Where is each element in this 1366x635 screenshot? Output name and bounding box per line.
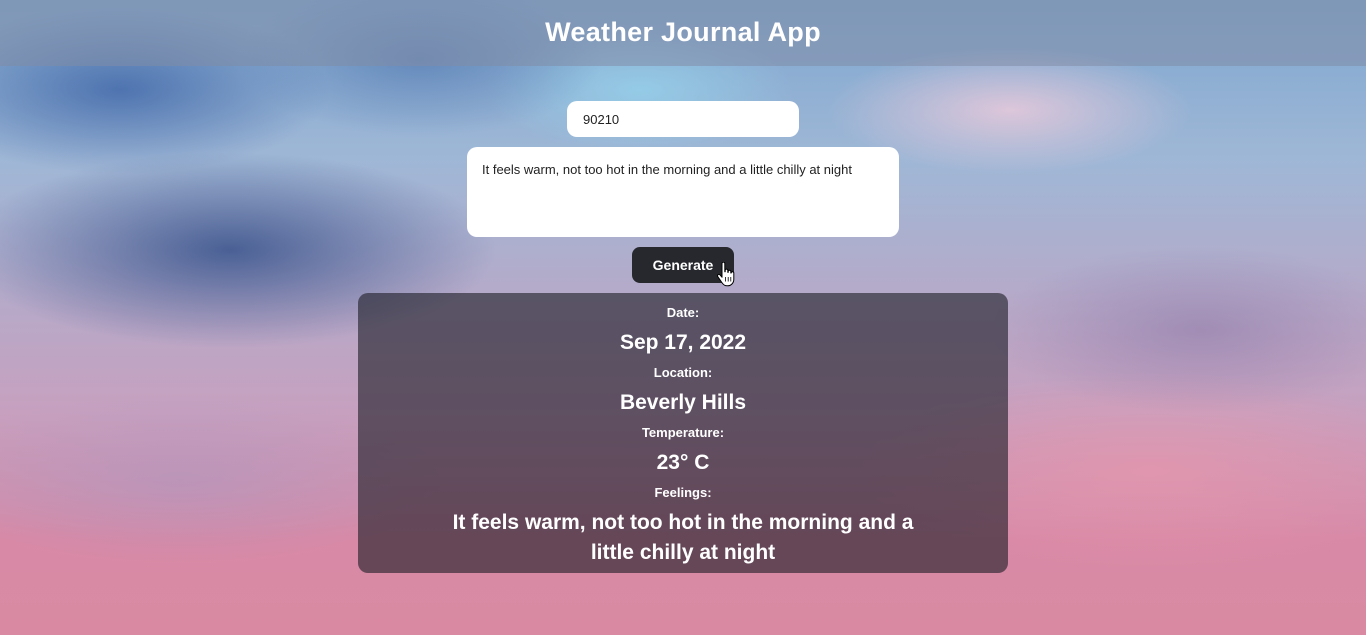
temperature-value: 23° C bbox=[656, 451, 710, 474]
entry-holder: Date: Sep 17, 2022 Location: Beverly Hil… bbox=[358, 293, 1008, 573]
feelings-value: It feels warm, not too hot in the mornin… bbox=[452, 511, 914, 564]
app-header: Weather Journal App bbox=[0, 0, 1366, 66]
generate-button[interactable]: Generate bbox=[632, 247, 734, 283]
app-title: Weather Journal App bbox=[545, 16, 821, 47]
location-label: Location: bbox=[653, 365, 713, 380]
location-value: Beverly Hills bbox=[619, 391, 747, 414]
zip-input[interactable] bbox=[567, 101, 799, 137]
date-label: Date: bbox=[666, 305, 700, 320]
date-value: Sep 17, 2022 bbox=[619, 331, 747, 354]
feelings-label: Feelings: bbox=[654, 485, 712, 500]
feelings-textarea[interactable]: It feels warm, not too hot in the mornin… bbox=[467, 147, 899, 237]
temperature-label: Temperature: bbox=[641, 425, 725, 440]
